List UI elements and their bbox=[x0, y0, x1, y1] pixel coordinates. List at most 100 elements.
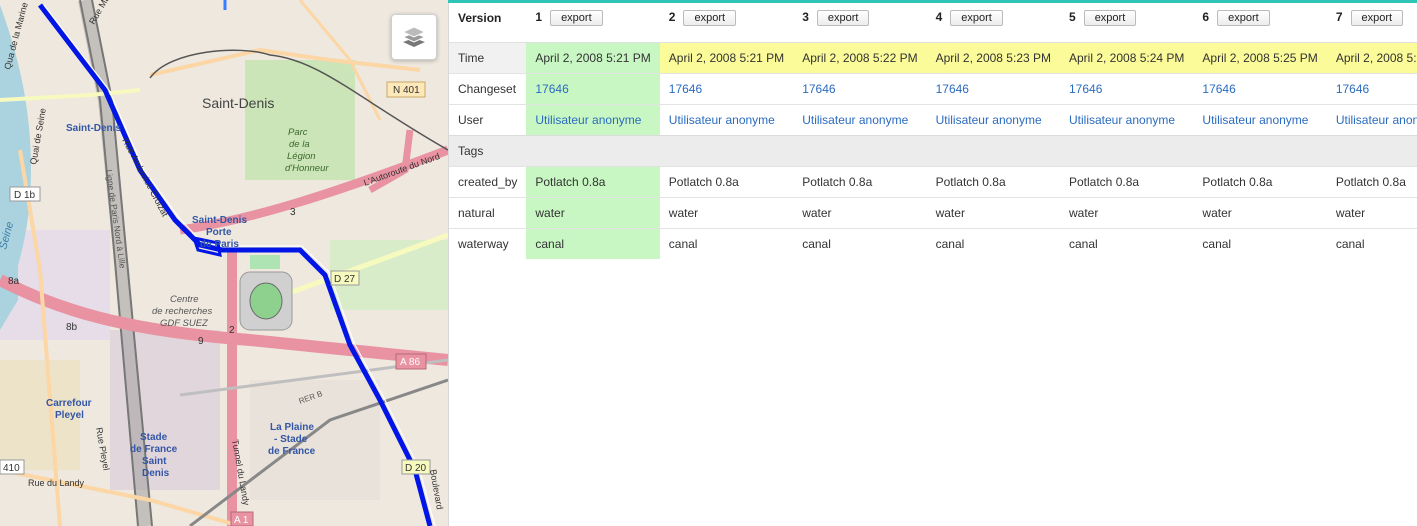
changeset-link[interactable]: 17646 bbox=[802, 82, 835, 96]
version-header-label: Version bbox=[458, 11, 502, 25]
export-button[interactable]: export bbox=[950, 10, 1003, 26]
tag-value-cell: canal bbox=[926, 228, 1060, 259]
version-number: 7 bbox=[1335, 10, 1343, 24]
export-button[interactable]: export bbox=[1083, 10, 1137, 26]
tag-value-cell: water bbox=[1326, 197, 1417, 229]
spacer-row bbox=[449, 33, 1417, 43]
map-shield-a1: A 1 bbox=[234, 515, 249, 526]
changeset-link[interactable]: 17646 bbox=[535, 82, 568, 96]
tag-value-cell: canal bbox=[1193, 228, 1327, 259]
map-shield-410: 410 bbox=[3, 463, 20, 474]
changeset-link[interactable]: 17646 bbox=[936, 82, 969, 96]
row-label-natural: natural bbox=[449, 197, 527, 229]
version-column-7: 7 export bbox=[1327, 3, 1417, 33]
map-label-porte-de-paris: de Paris bbox=[200, 239, 239, 250]
map-shield-d20: D 20 bbox=[405, 463, 427, 474]
user-cell: Utilisateur anonyme bbox=[1060, 104, 1194, 136]
tag-value-cell: Potlatch 0.8a bbox=[1060, 166, 1194, 198]
user-cell: Utilisateur anonyme bbox=[526, 104, 660, 136]
version-number: 6 bbox=[1202, 10, 1210, 24]
tag-value-cell: water bbox=[926, 197, 1060, 229]
map-layers-button[interactable] bbox=[391, 14, 437, 60]
park-area bbox=[245, 60, 355, 180]
map-label-station-saint-denis: Saint-Denis bbox=[66, 123, 121, 134]
time-cell: April 2, 2008 5:26 PM bbox=[1326, 42, 1417, 74]
version-number: 2 bbox=[668, 10, 676, 24]
version-column-4: 4 export bbox=[927, 3, 1060, 33]
map-label-centre: de recherches bbox=[152, 306, 212, 317]
map-label-porte-de-paris: Saint-Denis bbox=[192, 215, 247, 226]
changeset-link[interactable]: 17646 bbox=[1202, 82, 1235, 96]
user-row: User Utilisateur anonyme Utilisateur ano… bbox=[449, 104, 1417, 136]
user-link[interactable]: Utilisateur anonyme bbox=[1202, 113, 1308, 127]
map-label-carrefour-pleyel: Carrefour bbox=[46, 398, 92, 409]
map-shield-n401: N 401 bbox=[393, 85, 420, 96]
map-label-parc: de la bbox=[289, 139, 310, 150]
row-label-time: Time bbox=[449, 42, 527, 74]
changeset-cell: 17646 bbox=[1060, 73, 1194, 105]
history-panel: Version 1 export 2 export 3 export 4 export … bbox=[448, 3, 1417, 526]
export-button[interactable]: export bbox=[1350, 10, 1404, 26]
export-button[interactable]: export bbox=[683, 10, 737, 26]
map-view[interactable]: Saint-Denis Saint-Denis N 401 Parc de la… bbox=[0, 0, 448, 526]
tags-section-row: Tags bbox=[449, 135, 1417, 167]
map-label-stade-de-france: Saint bbox=[142, 456, 167, 467]
version-number: 4 bbox=[935, 10, 943, 24]
map-label-la-plaine: La Plaine bbox=[270, 422, 314, 433]
export-button[interactable]: export bbox=[550, 10, 603, 26]
tag-value-cell: water bbox=[659, 197, 794, 229]
changeset-cell: 17646 bbox=[1193, 73, 1327, 105]
changeset-cell: 17646 bbox=[926, 73, 1060, 105]
user-cell: Utilisateur anonyme bbox=[1193, 104, 1327, 136]
user-cell: Utilisateur anonyme bbox=[1326, 104, 1417, 136]
map-label-parc: Légion bbox=[287, 151, 316, 162]
version-number: 3 bbox=[802, 10, 809, 24]
version-column-2: 2 export bbox=[660, 3, 793, 33]
map-shield-a86: A 86 bbox=[400, 357, 420, 368]
map-label-exit-9: 9 bbox=[198, 336, 204, 347]
tag-value-cell: canal bbox=[793, 228, 927, 259]
map-label-exit-8a: 8a bbox=[8, 276, 20, 287]
user-link[interactable]: Utilisateur anonyme bbox=[535, 113, 641, 127]
changeset-cell: 17646 bbox=[1326, 73, 1417, 105]
tag-value-cell: canal bbox=[1060, 228, 1194, 259]
map-label-stade-de-france: Denis bbox=[142, 468, 170, 479]
user-cell: Utilisateur anonyme bbox=[926, 104, 1060, 136]
changeset-link[interactable]: 17646 bbox=[1336, 82, 1369, 96]
user-link[interactable]: Utilisateur anonyme bbox=[1069, 113, 1175, 127]
changeset-cell: 17646 bbox=[659, 73, 794, 105]
tag-value-cell: Potlatch 0.8a bbox=[1193, 166, 1327, 198]
time-row: Time April 2, 2008 5:21 PM April 2, 2008… bbox=[449, 42, 1417, 74]
time-cell: April 2, 2008 5:25 PM bbox=[1193, 42, 1327, 74]
tag-value-cell: Potlatch 0.8a bbox=[793, 166, 927, 198]
row-label-user: User bbox=[449, 104, 527, 136]
changeset-link[interactable]: 17646 bbox=[1069, 82, 1102, 96]
time-cell: April 2, 2008 5:21 PM bbox=[526, 42, 660, 74]
map-label-carrefour-pleyel: Pleyel bbox=[55, 410, 84, 421]
user-link[interactable]: Utilisateur anonyme bbox=[1336, 113, 1417, 127]
map-label-parc: d'Honneur bbox=[285, 163, 329, 174]
tag-value-cell: Potlatch 0.8a bbox=[926, 166, 1060, 198]
user-link[interactable]: Utilisateur anonyme bbox=[669, 113, 775, 127]
tag-value-cell: Potlatch 0.8a bbox=[659, 166, 794, 198]
map-canvas[interactable]: Saint-Denis Saint-Denis N 401 Parc de la… bbox=[0, 0, 448, 526]
row-label-created-by: created_by bbox=[449, 166, 527, 198]
export-button[interactable]: export bbox=[1217, 10, 1270, 26]
export-button[interactable]: export bbox=[816, 10, 870, 26]
map-shield-d27: D 27 bbox=[334, 274, 356, 285]
changeset-link[interactable]: 17646 bbox=[669, 82, 702, 96]
map-label-la-plaine: - Stade bbox=[274, 434, 308, 445]
user-link[interactable]: Utilisateur anonyme bbox=[936, 113, 1042, 127]
tag-value-cell: canal bbox=[1326, 228, 1417, 259]
tag-value-cell: water bbox=[1193, 197, 1327, 229]
version-history-table: Version 1 export 2 export 3 export 4 export … bbox=[449, 3, 1417, 259]
tag-value-cell: water bbox=[526, 197, 660, 229]
user-link[interactable]: Utilisateur anonyme bbox=[802, 113, 908, 127]
tag-value-cell: water bbox=[793, 197, 927, 229]
map-label-porte-de-paris: Porte bbox=[206, 227, 232, 238]
tags-section-fill bbox=[526, 135, 1417, 167]
natural-row: natural water water water water water wa… bbox=[449, 197, 1417, 229]
changeset-cell: 17646 bbox=[526, 73, 660, 105]
map-label-centre: Centre bbox=[170, 294, 199, 305]
map-label-stade-de-france: de France bbox=[130, 444, 178, 455]
